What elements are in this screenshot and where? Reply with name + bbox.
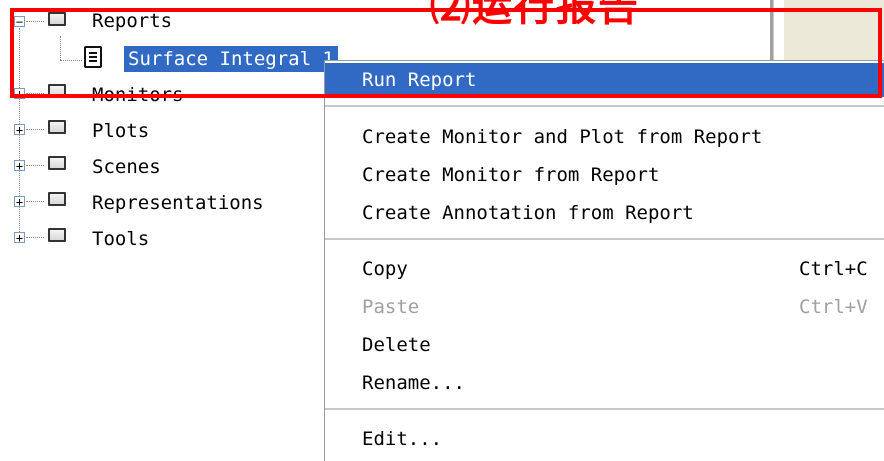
- menu-item-label: Create Monitor from Report: [362, 164, 660, 186]
- menu-item-label: Delete: [362, 334, 431, 356]
- menu-item-label: Rename...: [362, 372, 465, 394]
- menu-item-shortcut: Ctrl+C: [799, 258, 868, 280]
- menu-item-label: Create Annotation from Report: [362, 202, 694, 224]
- tree-item-label: Plots: [92, 120, 150, 142]
- annotation-text: ⑵运行报告: [430, 0, 640, 30]
- menu-item-paste: Paste Ctrl+V: [325, 290, 884, 324]
- menu-item-copy[interactable]: Copy Ctrl+C: [325, 252, 884, 286]
- menu-separator: [325, 408, 884, 410]
- tree-connector: [26, 165, 44, 166]
- tree-item-representations[interactable]: Representations: [88, 188, 268, 218]
- menu-item-label: Edit...: [362, 428, 443, 450]
- menu-separator: [325, 238, 884, 240]
- tree-item-label: Tools: [92, 228, 150, 250]
- menu-item-create-annotation[interactable]: Create Annotation from Report: [325, 196, 884, 230]
- tree-item-label: Scenes: [92, 156, 161, 178]
- folder-icon: [48, 192, 66, 206]
- menu-item-edit[interactable]: Edit...: [325, 422, 884, 456]
- context-menu: Run Report Create Monitor and Plot from …: [324, 60, 884, 461]
- folder-icon: [48, 228, 66, 242]
- menu-item-rename[interactable]: Rename...: [325, 366, 884, 400]
- tree-connector: [26, 201, 44, 202]
- expand-icon[interactable]: +: [14, 196, 25, 208]
- menu-item-label: Copy: [362, 258, 408, 280]
- tree-item-plots[interactable]: Plots: [88, 116, 153, 146]
- menu-separator: [325, 105, 884, 107]
- menu-item-label: Create Monitor and Plot from Report: [362, 126, 763, 148]
- tree-item-scenes[interactable]: Scenes: [88, 152, 165, 182]
- expand-icon[interactable]: +: [14, 124, 25, 136]
- tree-item-label: Representations: [92, 192, 264, 214]
- menu-item-create-monitor[interactable]: Create Monitor from Report: [325, 158, 884, 192]
- folder-icon: [48, 156, 66, 170]
- menu-item-shortcut: Ctrl+V: [799, 296, 868, 318]
- menu-item-delete[interactable]: Delete: [325, 328, 884, 362]
- menu-item-label: Paste: [362, 296, 420, 318]
- tree-connector: [26, 237, 44, 238]
- menu-item-create-monitor-and-plot[interactable]: Create Monitor and Plot from Report: [325, 120, 884, 154]
- expand-icon[interactable]: +: [14, 160, 25, 172]
- tree-connector: [26, 129, 44, 130]
- folder-icon: [48, 120, 66, 134]
- expand-icon[interactable]: +: [14, 232, 25, 244]
- tree-item-tools[interactable]: Tools: [88, 224, 153, 254]
